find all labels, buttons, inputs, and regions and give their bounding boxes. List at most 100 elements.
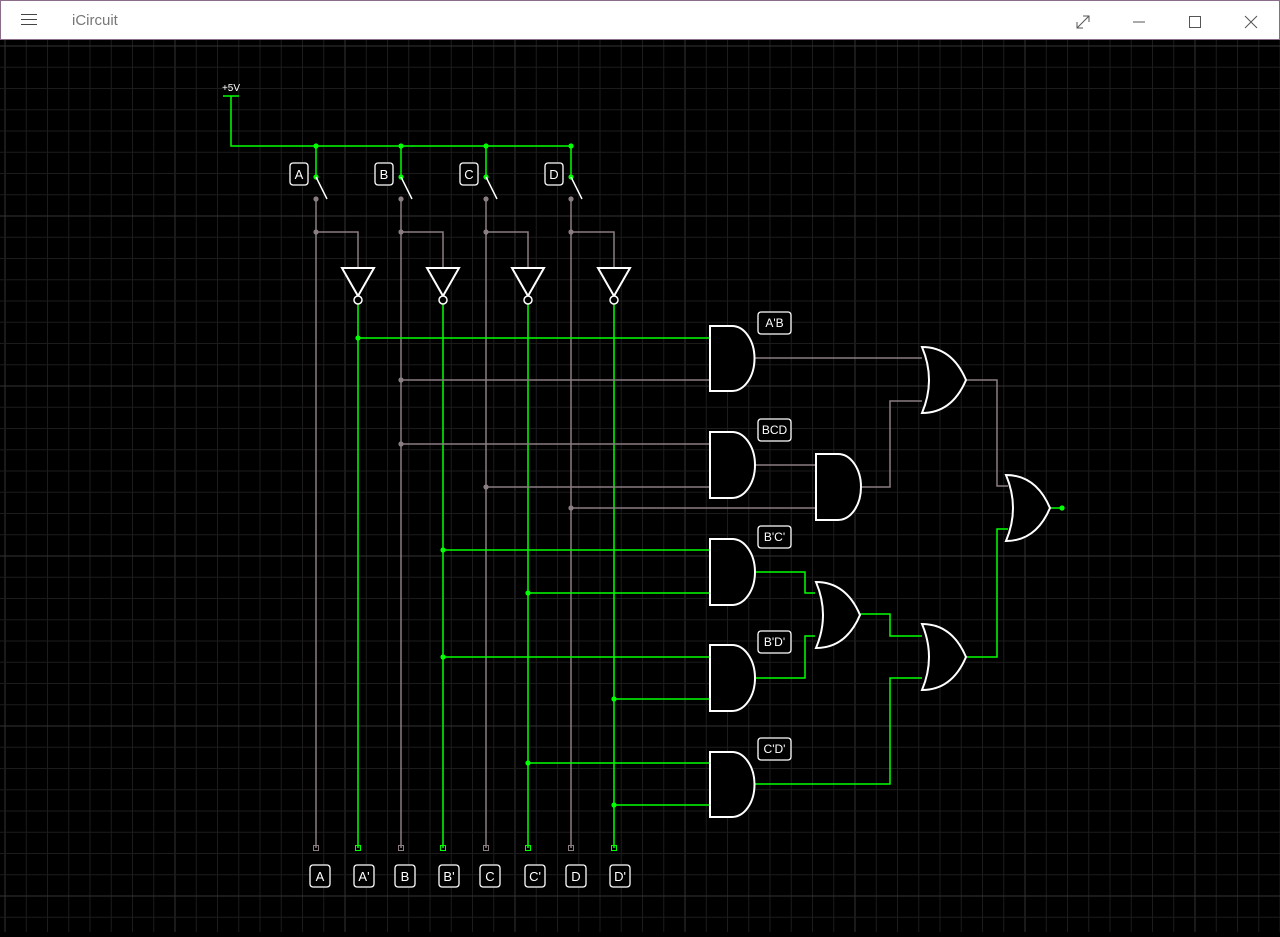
probe-label[interactable]: B	[394, 864, 416, 888]
or-gate-body	[920, 345, 968, 415]
and-gate-body	[709, 751, 756, 818]
maximize-button[interactable]	[1168, 1, 1224, 41]
probe-label[interactable]: C'	[524, 864, 546, 888]
not-gate[interactable]	[340, 267, 376, 305]
wire	[230, 96, 571, 147]
circuit-svg[interactable]: +5VA B C DA'BBCDB'C'B'D'C'D'A A' B B' C C' D D'	[0, 40, 1280, 932]
wire	[858, 400, 922, 488]
gate-label: C'D'	[757, 737, 792, 761]
junction-dot	[525, 590, 531, 596]
probe-label-text: D	[571, 869, 580, 884]
switch-c[interactable]: C	[459, 162, 498, 200]
junction-dot	[525, 760, 531, 766]
gate-label: A'B	[757, 311, 792, 335]
app-title: iCircuit	[72, 12, 118, 29]
junction-dot	[483, 196, 489, 202]
gate-label-text: A'B	[765, 316, 783, 330]
gate-label: BCD	[757, 418, 792, 442]
or-gate-output[interactable]	[1004, 473, 1052, 543]
probe-label-text: D'	[614, 869, 626, 884]
junction-dot	[611, 696, 617, 702]
or-gate-body	[814, 580, 862, 650]
switch-a[interactable]: A	[289, 162, 328, 200]
probe-label-text: B'	[443, 869, 454, 884]
or-gate-top[interactable]	[920, 345, 968, 415]
power-source-label: +5V	[222, 83, 240, 94]
junction-dot	[1059, 505, 1065, 511]
and-gate-body	[709, 431, 756, 499]
junction-dot	[355, 335, 361, 341]
or-gate-bottom[interactable]	[920, 622, 968, 692]
probe-label[interactable]: D	[565, 864, 587, 888]
or-gate-middle[interactable]	[814, 580, 862, 650]
gate-label-text: B'C'	[764, 530, 785, 544]
wire	[966, 379, 1008, 487]
gate-label: B'C'	[757, 525, 792, 549]
and-gate-a-not-b[interactable]	[709, 325, 756, 392]
not-gate-body	[340, 267, 376, 299]
fullscreen-button[interactable]	[1056, 1, 1112, 41]
junction-dot	[483, 143, 489, 149]
probe-label[interactable]: C	[479, 864, 501, 888]
close-icon	[1244, 15, 1258, 29]
probe-label[interactable]: B'	[438, 864, 460, 888]
probe-label[interactable]: D'	[609, 864, 631, 888]
maximize-icon	[1189, 16, 1201, 28]
gate-label-text: B'D'	[764, 635, 785, 649]
and-gate-body	[815, 453, 862, 521]
probe-label-text: B	[401, 869, 410, 884]
and-gate-bcd-2[interactable]	[815, 453, 862, 521]
junction-dot	[568, 505, 574, 511]
or-gate-body	[920, 622, 968, 692]
junction-dot	[398, 377, 404, 383]
not-gate-body	[425, 267, 461, 299]
and-gate-bcd-1[interactable]	[709, 431, 756, 499]
junction-dot	[483, 484, 489, 490]
not-gate-bubble	[353, 295, 363, 305]
probe-label-text: C	[485, 869, 494, 884]
and-gate-b-not-c-not[interactable]	[709, 538, 756, 606]
title-bar: iCircuit	[0, 0, 1280, 40]
not-gate[interactable]	[596, 267, 632, 305]
probe-label[interactable]: A	[309, 864, 331, 888]
wire	[858, 613, 922, 637]
junction-dot	[398, 196, 404, 202]
not-gate-bubble	[609, 295, 619, 305]
switch-lever	[400, 176, 413, 200]
switch-lever	[570, 176, 583, 200]
or-gate-body	[1004, 473, 1052, 543]
wire	[966, 528, 1008, 658]
gate-label: B'D'	[757, 630, 792, 654]
and-gate-body	[709, 325, 756, 392]
close-button[interactable]	[1224, 1, 1280, 41]
fullscreen-icon	[1076, 15, 1090, 29]
gate-label-text: C'D'	[764, 742, 786, 756]
and-gate-c-not-d-not[interactable]	[709, 751, 756, 818]
junction-dot	[398, 441, 404, 447]
junction-dot	[440, 654, 446, 660]
switch-label: C	[464, 167, 473, 182]
switch-b[interactable]: B	[374, 162, 413, 200]
switch-label: A	[295, 167, 304, 182]
switch-lever	[485, 176, 498, 200]
circuit-canvas[interactable]: +5V A B C D A'B BCD B'C' B'D' C'D' A A' B B' C C' D D'	[0, 40, 1280, 932]
not-gate[interactable]	[510, 267, 546, 305]
not-gate[interactable]	[425, 267, 461, 305]
junction-dot	[440, 547, 446, 553]
minimize-button[interactable]	[1112, 1, 1168, 41]
switch-d[interactable]: D	[544, 162, 583, 200]
probe-label-text: A'	[358, 869, 369, 884]
not-gate-body	[510, 267, 546, 299]
junction-dot	[313, 196, 319, 202]
junction-dot	[568, 143, 574, 149]
not-gate-body	[596, 267, 632, 299]
hamburger-menu-icon[interactable]	[21, 14, 39, 28]
switch-label: B	[380, 167, 389, 182]
junction-dot	[611, 802, 617, 808]
power-source[interactable]: +5V	[222, 83, 240, 97]
probe-label[interactable]: A'	[353, 864, 375, 888]
minimize-icon	[1133, 21, 1145, 23]
wire	[752, 571, 815, 594]
and-gate-b-not-d-not[interactable]	[709, 644, 756, 712]
switch-label: D	[549, 167, 558, 182]
